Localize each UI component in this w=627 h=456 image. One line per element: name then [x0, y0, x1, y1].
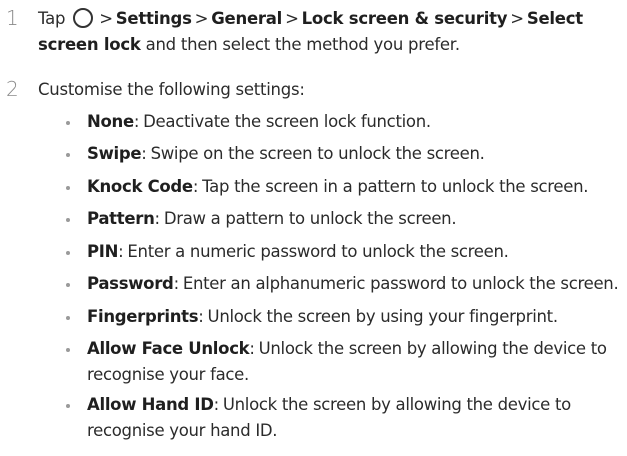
- menu-settings: Settings: [115, 9, 192, 28]
- menu-lock-screen-security: Lock screen & security: [301, 9, 508, 28]
- step-number: 2: [6, 77, 19, 101]
- option-title: Allow Hand ID: [87, 395, 214, 414]
- home-circle-icon: [73, 8, 94, 28]
- option-desc: Enter an alphanumeric password to unlock…: [182, 274, 619, 293]
- bullet-icon: [66, 404, 70, 408]
- option-title: Swipe: [87, 144, 142, 163]
- option-desc: Draw a pattern to unlock the screen.: [163, 209, 457, 228]
- step-text: Tap > Settings > General > Lock screen & secu…: [38, 6, 623, 58]
- bullet-icon: [66, 186, 70, 190]
- bullet-icon: [66, 121, 70, 125]
- separator: >: [285, 9, 299, 28]
- separator: >: [194, 9, 209, 28]
- option-desc: Tap the screen in a pattern to unlock th…: [202, 177, 589, 196]
- option-title: PIN: [87, 242, 119, 261]
- bullet-icon: [66, 218, 70, 222]
- separator: >: [99, 9, 113, 28]
- option-title: None: [87, 112, 134, 131]
- option-title: Password: [87, 274, 174, 293]
- option-title: Pattern: [87, 209, 155, 228]
- separator: >: [510, 9, 524, 28]
- option-desc: Enter a numeric password to unlock the s…: [127, 242, 509, 261]
- bullet-icon: [66, 348, 70, 352]
- bullet-icon: [66, 316, 70, 320]
- option-desc: Deactivate the screen lock function.: [143, 112, 431, 131]
- option-title: Allow Face Unlock: [87, 339, 250, 358]
- option-title: Knock Code: [87, 177, 193, 196]
- bullet-icon: [66, 153, 70, 157]
- menu-general: General: [211, 9, 283, 28]
- step-text: Customise the following settings:: [38, 80, 305, 99]
- tap-word: Tap: [38, 9, 66, 28]
- option-desc: Unlock the screen by using your fingerpr…: [207, 307, 559, 326]
- bullet-icon: [66, 251, 70, 255]
- step-1-rest: and then select the method you prefer.: [145, 35, 460, 54]
- option-title: Fingerprints: [87, 307, 199, 326]
- option-desc: Swipe on the screen to unlock the screen…: [150, 144, 485, 163]
- bullet-icon: [66, 283, 70, 287]
- step-number: 1: [6, 6, 19, 30]
